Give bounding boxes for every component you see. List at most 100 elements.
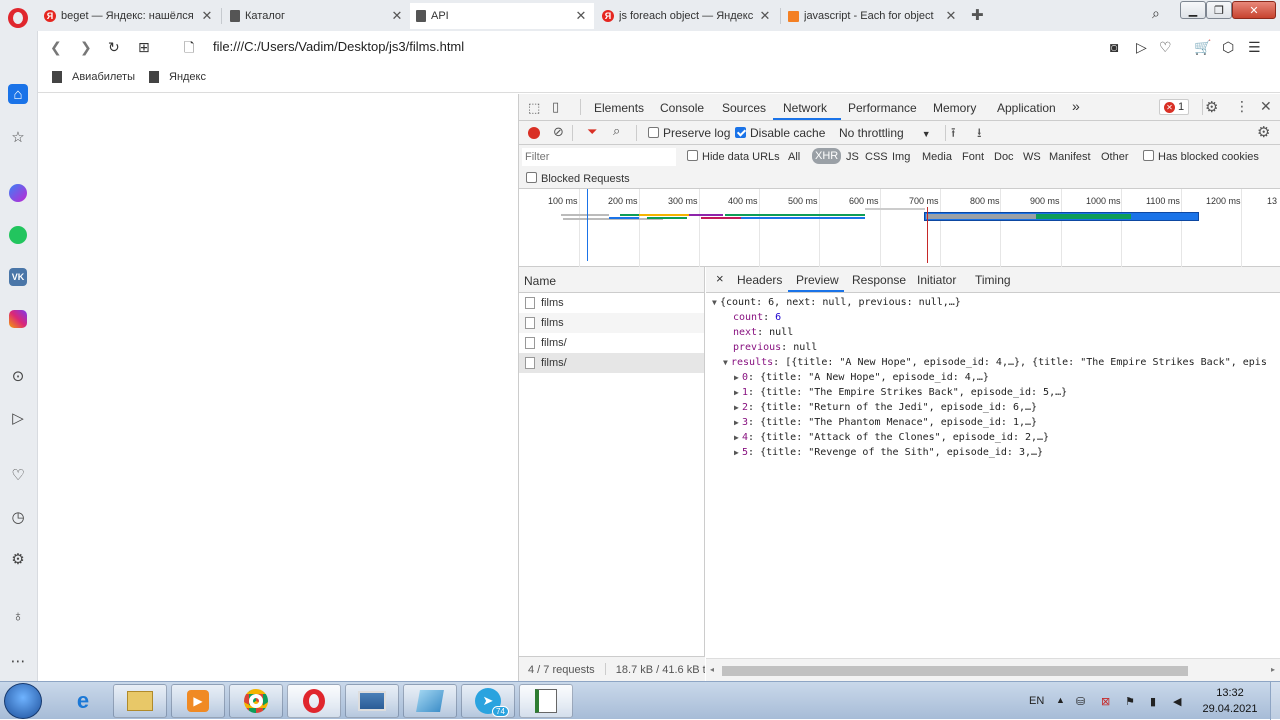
- type-filter-all[interactable]: All: [788, 151, 800, 163]
- browser-tab-4[interactable]: Я js foreach object — Яндекс ✕: [596, 3, 778, 29]
- json-results[interactable]: ▼ results: [{title: "A New Hope", episode…: [723, 357, 1267, 368]
- name-column-header[interactable]: Name: [519, 267, 704, 293]
- export-har-icon[interactable]: ⭳: [977, 124, 982, 146]
- filter-funnel-icon[interactable]: ⏷: [587, 124, 597, 140]
- scrollbar-thumb[interactable]: [722, 666, 1188, 676]
- search-icon[interactable]: ⌕: [613, 123, 620, 139]
- taskbar-explorer[interactable]: [113, 684, 167, 718]
- tab-performance[interactable]: Performance: [848, 101, 917, 115]
- instagram-icon[interactable]: [9, 310, 27, 328]
- back-icon[interactable]: ❮: [50, 39, 62, 56]
- devtools-settings-gear-icon[interactable]: ⚙: [1205, 98, 1218, 116]
- type-filter-xhr[interactable]: XHR: [812, 148, 842, 164]
- language-indicator[interactable]: EN: [1029, 695, 1044, 707]
- settings-icon[interactable]: ⚙: [8, 549, 28, 569]
- type-filter-font[interactable]: Font: [962, 151, 984, 163]
- taskbar-notes-app[interactable]: [403, 684, 457, 718]
- snapshot-icon[interactable]: ◙: [1110, 39, 1118, 55]
- blocked-requests-checkbox[interactable]: Blocked Requests: [526, 172, 630, 185]
- checkbox[interactable]: [526, 172, 537, 183]
- speed-dial-icon[interactable]: ⊞: [138, 39, 150, 56]
- network-settings-gear-icon[interactable]: ⚙: [1257, 123, 1270, 141]
- forward-icon[interactable]: ❯: [80, 39, 92, 56]
- url-field[interactable]: file:///C:/Users/Vadim/Desktop/js3/films…: [213, 39, 464, 54]
- device-toolbar-icon[interactable]: ▯: [552, 99, 559, 115]
- taskbar-media-player[interactable]: ▶: [171, 684, 225, 718]
- show-hidden-icons-chevron-icon[interactable]: ▲: [1056, 695, 1065, 705]
- clear-icon[interactable]: ⊘: [553, 124, 564, 140]
- bookmark-yandex[interactable]: Яндекс: [149, 71, 206, 83]
- throttling-select[interactable]: No throttling ▼: [839, 126, 931, 140]
- json-item[interactable]: ▶ 5: {title: "Revenge of the Sith", episo…: [734, 447, 1043, 458]
- tab-headers[interactable]: Headers: [737, 273, 782, 287]
- close-detail-icon[interactable]: ×: [716, 271, 724, 286]
- scroll-right-icon[interactable]: ▸: [1271, 665, 1275, 674]
- my-flow-icon[interactable]: ▷: [8, 408, 28, 428]
- close-tab-icon[interactable]: ✕: [390, 8, 404, 24]
- filter-input[interactable]: [522, 148, 676, 166]
- tray-usb-icon[interactable]: ⛁: [1076, 695, 1085, 708]
- request-row-selected[interactable]: films/: [519, 353, 704, 373]
- json-item[interactable]: ▶ 4: {title: "Attack of the Clones", epis…: [734, 432, 1049, 443]
- internet-explorer-icon[interactable]: e: [58, 686, 108, 716]
- taskbar-date[interactable]: 29.04.2021: [1200, 703, 1260, 715]
- tab-timing[interactable]: Timing: [975, 273, 1011, 287]
- bookmark-heart-icon[interactable]: ♡: [1159, 39, 1172, 56]
- easy-setup-icon[interactable]: ☰: [1248, 39, 1261, 56]
- page-info-icon[interactable]: 🗋: [184, 39, 194, 61]
- tab-response[interactable]: Response: [852, 273, 906, 287]
- show-desktop-button[interactable]: [1270, 682, 1280, 720]
- tab-application[interactable]: Application: [997, 101, 1056, 115]
- taskbar-desktop-app[interactable]: [345, 684, 399, 718]
- close-devtools-icon[interactable]: ✕: [1260, 98, 1272, 115]
- type-filter-css[interactable]: CSS: [865, 151, 888, 163]
- json-item[interactable]: ▶ 1: {title: "The Empire Strikes Back", e…: [734, 387, 1067, 398]
- reload-icon[interactable]: ↻: [108, 39, 120, 56]
- close-tab-icon[interactable]: ✕: [944, 8, 958, 24]
- json-item[interactable]: ▶ 2: {title: "Return of the Jedi", episod…: [734, 402, 1037, 413]
- error-counter[interactable]: ✕ 1: [1159, 99, 1190, 115]
- json-root[interactable]: ▼ {count: 6, next: null, previous: null,……: [712, 297, 961, 308]
- type-filter-doc[interactable]: Doc: [994, 151, 1014, 163]
- browser-tab-1[interactable]: Я beget — Яндекс: нашёлся ✕: [38, 3, 220, 29]
- devtools-menu-kebab-icon[interactable]: ⋮: [1235, 98, 1249, 115]
- type-filter-other[interactable]: Other: [1101, 151, 1129, 163]
- type-filter-img[interactable]: Img: [892, 151, 910, 163]
- tab-memory[interactable]: Memory: [933, 101, 976, 115]
- search-tabs-icon[interactable]: ⌕: [1152, 5, 1160, 22]
- whatsapp-icon[interactable]: [9, 226, 27, 244]
- checkbox-checked[interactable]: [735, 127, 746, 138]
- opera-menu-icon[interactable]: [8, 8, 28, 28]
- checkbox[interactable]: [1143, 150, 1154, 161]
- taskbar-opera[interactable]: [287, 684, 341, 718]
- tray-no-network-icon[interactable]: ⊠: [1101, 695, 1110, 708]
- import-har-icon[interactable]: ⭱: [951, 124, 956, 146]
- request-row[interactable]: films: [519, 313, 704, 333]
- tray-action-center-icon[interactable]: ⚑: [1125, 695, 1135, 708]
- browser-tab-2[interactable]: Каталог ✕: [224, 3, 410, 29]
- json-item[interactable]: ▶ 3: {title: "The Phantom Menace", episod…: [734, 417, 1037, 428]
- network-timeline-overview[interactable]: 100 ms 200 ms 300 ms 400 ms 500 ms 600 m…: [519, 189, 1280, 267]
- tab-console[interactable]: Console: [660, 101, 704, 115]
- request-row[interactable]: films/: [519, 333, 704, 353]
- browser-tab-3-active[interactable]: API ✕: [410, 3, 594, 29]
- send-icon[interactable]: ▷: [1136, 39, 1147, 56]
- type-filter-js[interactable]: JS: [846, 151, 859, 163]
- tab-initiator[interactable]: Initiator: [917, 273, 956, 287]
- browser-tab-5[interactable]: javascript - Each for object ✕: [782, 3, 964, 29]
- player-icon[interactable]: ⊙: [8, 366, 28, 386]
- preserve-log-checkbox[interactable]: Preserve log: [648, 126, 730, 140]
- taskbar-telegram[interactable]: ➤ 74: [461, 684, 515, 718]
- tray-signal-icon[interactable]: ▮: [1150, 695, 1156, 708]
- request-row[interactable]: films: [519, 293, 704, 313]
- type-filter-media[interactable]: Media: [922, 151, 952, 163]
- tips-bulb-icon[interactable]: ♁: [8, 606, 28, 626]
- scroll-left-icon[interactable]: ◂: [710, 665, 714, 674]
- type-filter-manifest[interactable]: Manifest: [1049, 151, 1091, 163]
- horizontal-scrollbar[interactable]: ◂ ▸: [706, 658, 1280, 681]
- tab-preview[interactable]: Preview: [796, 273, 839, 287]
- more-icon[interactable]: ⋯: [8, 651, 28, 671]
- vk-icon[interactable]: VK: [9, 268, 27, 286]
- more-tabs-chevron-icon[interactable]: »: [1072, 98, 1080, 114]
- taskbar-time[interactable]: 13:32: [1200, 687, 1260, 699]
